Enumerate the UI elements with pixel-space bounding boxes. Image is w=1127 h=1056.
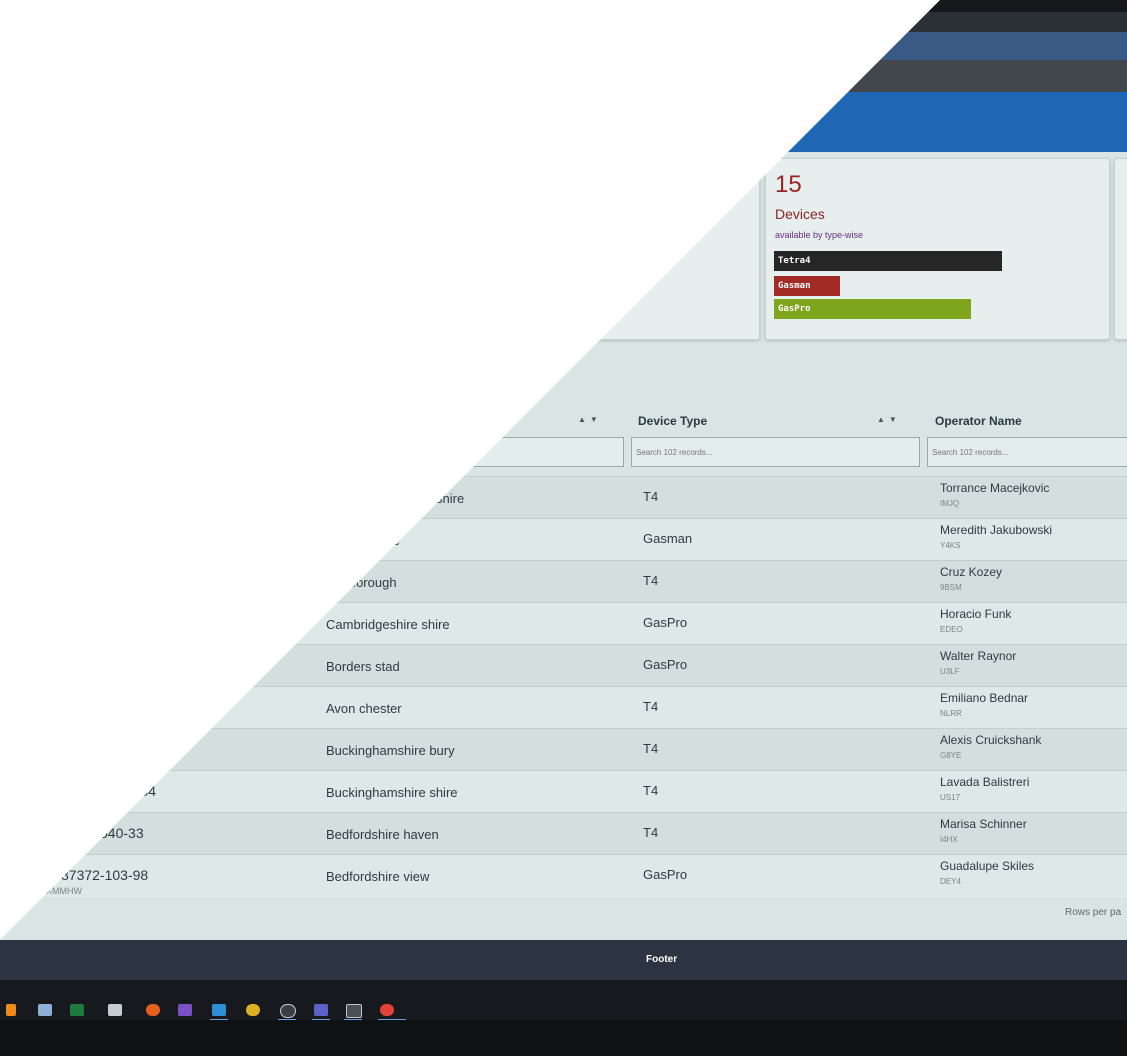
operator-name: Guadalupe Skiles — [940, 859, 1035, 873]
device-type-bar-gasman: Gasman — [774, 276, 840, 296]
table-row[interactable]: Borders stad GasPro Walter Raynor U3LF — [0, 644, 1127, 687]
devices-label: Devices — [775, 206, 825, 222]
device-type: Gasman — [643, 531, 693, 546]
devices-count: 15 — [775, 171, 802, 198]
mail-icon[interactable] — [108, 1004, 122, 1016]
chrome-active-icon[interactable] — [380, 1004, 394, 1016]
operator-name: Meredith Jakubowski — [940, 523, 1053, 537]
device-location: Avon chester — [326, 701, 402, 716]
sort-arrows-icon[interactable]: ▲▼ — [877, 415, 901, 424]
table-row[interactable]: 164-540-33 NMP Bedfordshire haven T4 Mar… — [0, 812, 1127, 855]
operator-code: NLRR — [940, 709, 962, 718]
operator-name: Lavada Balistreri — [940, 775, 1030, 789]
operator-code: U3LF — [940, 667, 960, 676]
browser-icon[interactable] — [38, 1004, 52, 1016]
column-header-device-type[interactable]: Device Type — [638, 414, 707, 428]
device-type: T4 — [643, 741, 659, 756]
browser-toolbar[interactable] — [0, 60, 1127, 92]
device-id-sub: NMP — [62, 844, 82, 854]
device-location: Borders stad — [326, 659, 400, 674]
device-location: n borough — [338, 575, 397, 590]
device-location: Bedfordshire view — [326, 869, 430, 884]
operator-code: DEY4 — [940, 877, 961, 886]
visual-studio-icon[interactable] — [178, 1004, 192, 1016]
terminal-icon[interactable] — [346, 1004, 362, 1018]
os-taskbar — [0, 980, 1127, 1020]
operator-name: Cruz Kozey — [940, 565, 1003, 579]
sort-arrows-icon[interactable]: ▲▼ — [578, 415, 602, 424]
operator-code: US17 — [940, 793, 961, 802]
monitor-screen: 15 Devices available by type-wise Tetra4… — [0, 0, 1127, 1056]
app-footer: Footer — [0, 940, 1127, 980]
table-row[interactable]: Buckinghamshire bury T4 Alexis Cruicksha… — [0, 728, 1127, 771]
footer-text: Footer — [646, 954, 678, 965]
device-location: Cambridgeshire shire — [326, 617, 450, 632]
devices-stat-card: 15 Devices available by type-wise Tetra4… — [765, 158, 1110, 340]
app-icon[interactable] — [146, 1004, 160, 1016]
device-id: 2-54 — [128, 783, 157, 799]
operator-code: 9BSM — [940, 583, 962, 592]
operator-code: I4HX — [940, 835, 958, 844]
stat-card-left — [420, 158, 760, 340]
table-row[interactable]: shire T4 Torrance Macejkovic IMJQ — [0, 476, 1127, 519]
device-type: T4 — [643, 699, 659, 714]
operator-name: Horacio Funk — [940, 607, 1012, 621]
os-titlebar — [0, 12, 1127, 32]
operator-code: IMJQ — [940, 499, 960, 508]
device-type: GasPro — [643, 657, 688, 672]
device-type-filter-input[interactable] — [631, 437, 920, 467]
device-location: nire — [378, 533, 400, 548]
device-id: 164-540-33 — [72, 825, 144, 841]
operator-code: EDEO — [940, 625, 963, 634]
stat-card-right — [1114, 158, 1127, 340]
device-type: T4 — [643, 783, 659, 798]
teams-icon[interactable] — [314, 1004, 328, 1016]
operator-name: Walter Raynor — [940, 649, 1017, 663]
rows-per-page-label[interactable]: Rows per pa — [1065, 907, 1121, 918]
table-row[interactable]: Cambridgeshire shire GasPro Horacio Funk… — [0, 602, 1127, 645]
table-row[interactable]: W887372-103-98 BXMMHW Bedfordshire view … — [0, 854, 1127, 897]
device-location: Bedfordshire haven — [326, 827, 439, 842]
operator-name: Emiliano Bednar — [940, 691, 1029, 705]
device-location: shire — [436, 491, 465, 506]
device-id: W887372-103-98 — [40, 867, 149, 883]
device-type: T4 — [643, 825, 659, 840]
table-row[interactable]: Avon chester T4 Emiliano Bednar NLRR — [0, 686, 1127, 729]
operator-name: Torrance Macejkovic — [940, 481, 1050, 495]
table-row[interactable]: nire Gasman Meredith Jakubowski Y4KS — [0, 518, 1127, 561]
device-location: Buckinghamshire bury — [326, 743, 455, 758]
vscode-icon[interactable] — [212, 1004, 226, 1016]
device-type: T4 — [643, 489, 659, 504]
chrome-icon[interactable] — [246, 1004, 260, 1016]
operator-code: Y4KS — [940, 541, 961, 550]
monitor-bezel-top — [0, 0, 1127, 12]
operator-name-filter-input[interactable] — [927, 437, 1127, 467]
device-id-sub: BXMMHW — [40, 886, 82, 896]
excel-icon[interactable] — [70, 1004, 84, 1016]
device-type: GasPro — [643, 615, 688, 630]
monitor-bezel-bottom — [0, 1020, 1127, 1056]
search-icon[interactable] — [6, 1004, 16, 1016]
device-type-bar-tetra4: Tetra4 — [774, 251, 1002, 271]
app-header — [0, 92, 1127, 152]
column-header-operator-name[interactable]: Operator Name — [935, 414, 1022, 428]
operator-name: Alexis Cruickshank — [940, 733, 1042, 747]
device-location: Buckinghamshire shire — [326, 785, 458, 800]
browser-tab-strip[interactable] — [0, 32, 1127, 60]
device-type: T4 — [643, 573, 659, 588]
devices-subtitle: available by type-wise — [775, 230, 864, 240]
device-type: GasPro — [643, 867, 688, 882]
table-row[interactable]: n borough T4 Cruz Kozey 9BSM — [0, 560, 1127, 603]
device-type-bar-gaspro: GasPro — [774, 299, 971, 319]
operator-name: Marisa Schinner — [940, 817, 1027, 831]
clock-icon[interactable] — [280, 1004, 296, 1018]
table-row[interactable]: 2-54 Buckinghamshire shire T4 Lavada Bal… — [0, 770, 1127, 813]
location-filter-input[interactable] — [380, 437, 624, 467]
operator-code: G8YE — [940, 751, 962, 760]
